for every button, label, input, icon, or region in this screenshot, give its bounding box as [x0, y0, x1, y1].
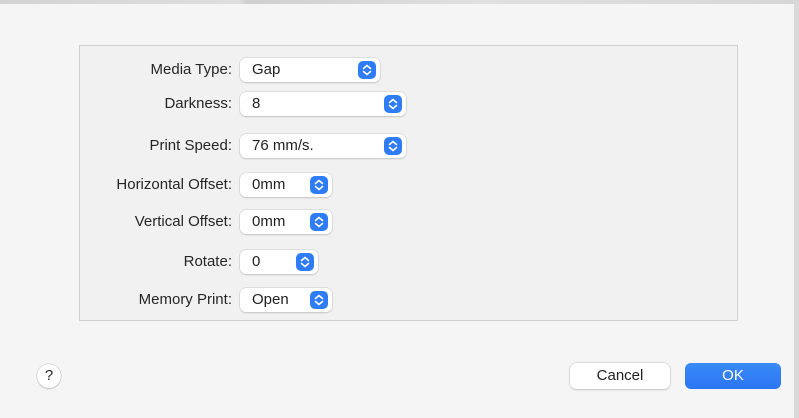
darkness-label: Darkness:	[164, 95, 232, 112]
darkness-popup[interactable]: 8	[240, 92, 406, 116]
media-type-popup[interactable]: Gap	[240, 58, 380, 82]
chevron-up-down-icon	[384, 137, 402, 155]
print-speed-popup[interactable]: 76 mm/s.	[240, 134, 406, 158]
print-speed-value: 76 mm/s.	[252, 137, 314, 154]
chevron-up-down-icon	[310, 176, 328, 194]
vertical-offset-popup[interactable]: 0mm	[240, 210, 332, 234]
media-type-label: Media Type:	[150, 61, 232, 78]
print-settings-dialog: Media Type: Gap Darkness: 8 Print Speed:…	[0, 0, 799, 418]
horizontal-offset-popup[interactable]: 0mm	[240, 173, 332, 197]
horizontal-offset-label: Horizontal Offset:	[116, 176, 232, 193]
print-speed-label: Print Speed:	[149, 137, 232, 154]
chevron-up-down-icon	[358, 61, 376, 79]
chevron-up-down-icon	[296, 253, 314, 271]
vertical-offset-value: 0mm	[252, 213, 286, 230]
horizontal-offset-value: 0mm	[252, 176, 286, 193]
rotate-popup[interactable]: 0	[240, 250, 318, 274]
window-top-edge	[0, 0, 799, 4]
help-button[interactable]: ?	[37, 364, 61, 388]
question-mark-icon: ?	[44, 367, 54, 384]
darkness-value: 8	[252, 95, 261, 112]
media-type-value: Gap	[252, 61, 281, 78]
ok-button[interactable]: OK	[685, 363, 781, 389]
rotate-label: Rotate:	[183, 253, 232, 270]
window-right-edge	[794, 0, 799, 418]
chevron-up-down-icon	[310, 291, 328, 309]
memory-print-value: Open	[252, 291, 289, 308]
chevron-up-down-icon	[310, 213, 328, 231]
memory-print-popup[interactable]: Open	[240, 288, 332, 312]
memory-print-label: Memory Print:	[138, 291, 232, 308]
cancel-button[interactable]: Cancel	[570, 363, 670, 389]
chevron-up-down-icon	[384, 95, 402, 113]
rotate-value: 0	[252, 253, 261, 270]
vertical-offset-label: Vertical Offset:	[134, 213, 232, 230]
